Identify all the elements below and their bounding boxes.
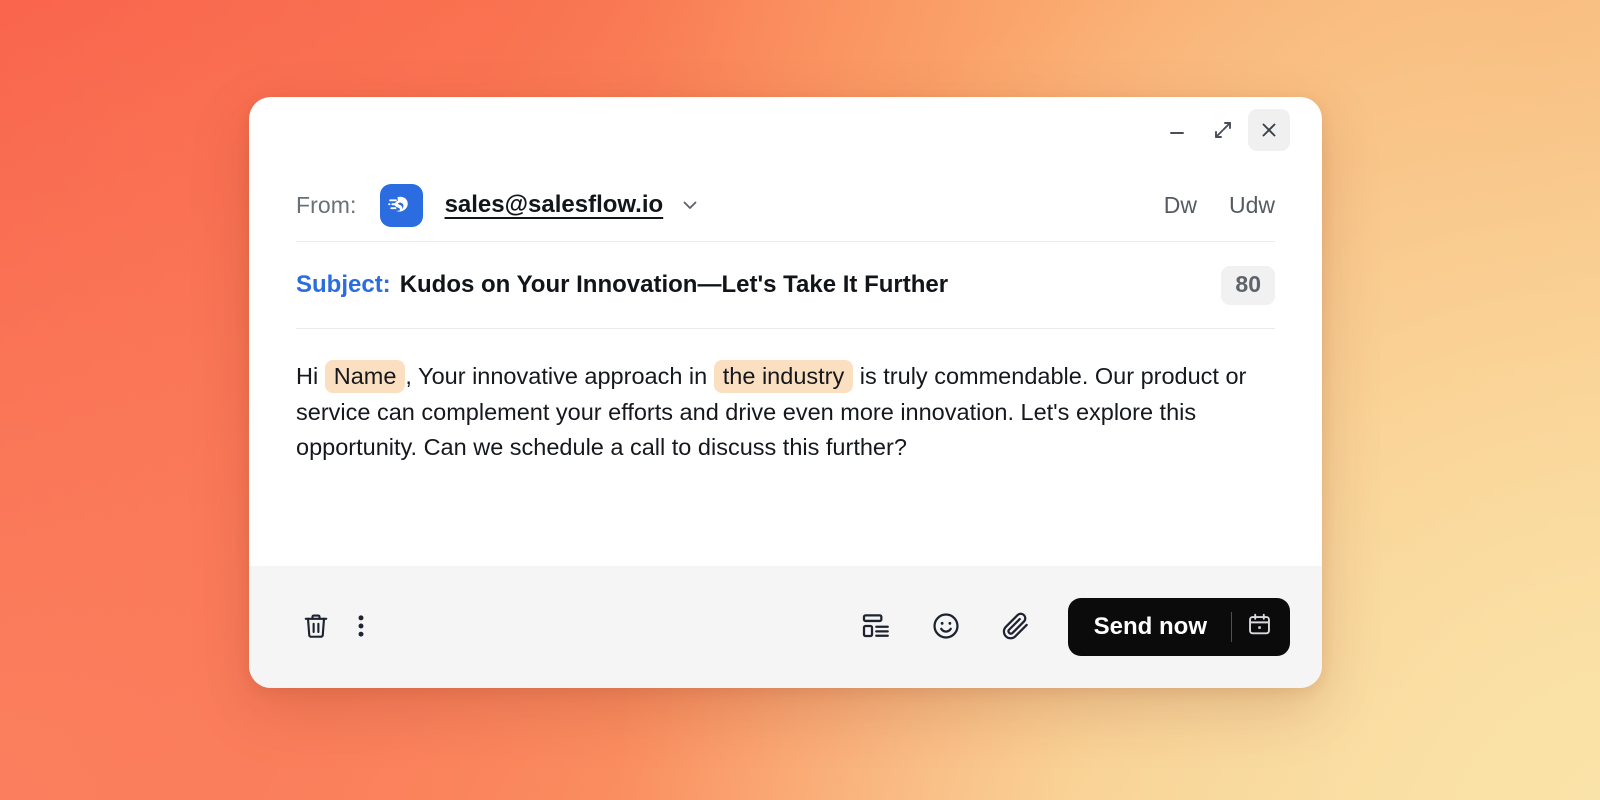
merge-token-industry[interactable]: the industry [713, 360, 854, 393]
more-options-button[interactable] [342, 601, 380, 653]
from-label: From: [296, 191, 357, 218]
subject-input[interactable]: Kudos on Your Innovation—Let's Take It F… [400, 271, 948, 299]
body-segment-1: Hi [296, 363, 325, 389]
bcc-toggle[interactable]: Udw [1229, 192, 1275, 219]
body-segment-2: , Your innovative approach in [405, 363, 714, 389]
email-body-text[interactable]: Hi Name, Your innovative approach in the… [296, 359, 1256, 466]
close-button[interactable] [1248, 109, 1290, 151]
merge-token-name[interactable]: Name [324, 360, 406, 393]
send-button-group[interactable]: Send now [1067, 598, 1290, 656]
minimize-button[interactable] [1156, 109, 1198, 151]
delete-draft-button[interactable] [290, 601, 342, 653]
cc-toggle[interactable]: Dw [1164, 192, 1197, 219]
expand-button[interactable] [1202, 109, 1244, 151]
compose-footer-toolbar: Send now [249, 566, 1322, 688]
paperclip-icon [1000, 610, 1032, 645]
salesflow-brand-icon [379, 183, 423, 227]
trash-icon [301, 611, 331, 644]
character-count-badge: 80 [1221, 265, 1275, 305]
compose-email-card: From: sales@salesflow.io Dw Udw Subject:… [249, 97, 1322, 688]
insert-template-button[interactable] [850, 601, 902, 653]
subject-label: Subject: [296, 271, 391, 298]
chevron-down-icon[interactable] [679, 194, 701, 216]
from-row: From: sales@salesflow.io Dw Udw [249, 163, 1322, 241]
composer-tools-group [850, 601, 1042, 653]
email-body-area[interactable]: Hi Name, Your innovative approach in the… [249, 329, 1322, 566]
schedule-send-button[interactable] [1232, 598, 1286, 656]
expand-icon [1211, 118, 1235, 142]
close-icon [1258, 119, 1280, 141]
minimize-icon [1166, 119, 1188, 141]
send-now-button[interactable]: Send now [1068, 613, 1231, 641]
from-address[interactable]: sales@salesflow.io [445, 191, 664, 219]
layout-template-icon [860, 610, 892, 645]
insert-emoji-button[interactable] [920, 601, 972, 653]
calendar-icon [1246, 611, 1273, 643]
smiley-icon [930, 610, 962, 645]
attach-file-button[interactable] [990, 601, 1042, 653]
subject-row[interactable]: Subject: Kudos on Your Innovation—Let's … [249, 242, 1322, 328]
window-control-bar [249, 97, 1322, 163]
more-vertical-icon [347, 612, 375, 643]
